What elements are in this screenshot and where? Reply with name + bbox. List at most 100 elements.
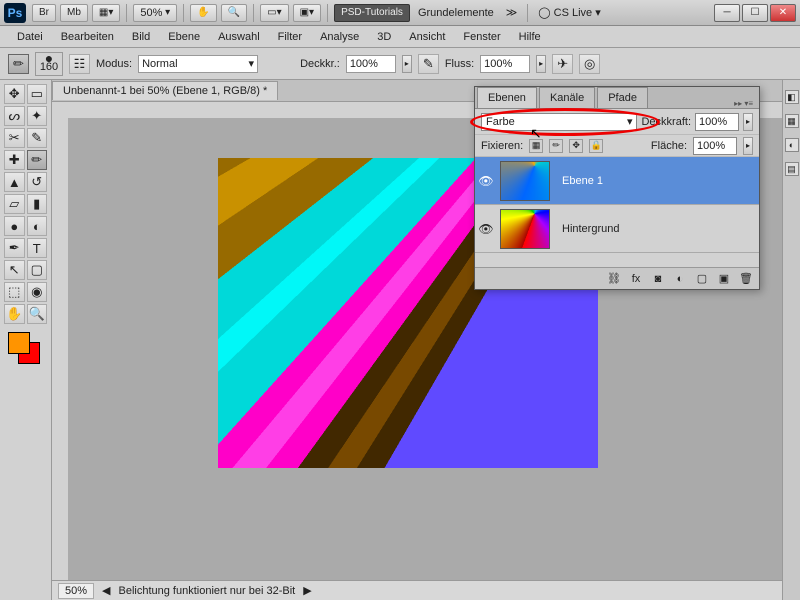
visibility-icon[interactable]: 👁 [478, 221, 494, 237]
new-layer-icon[interactable]: ▣ [717, 272, 731, 286]
styles-panel-icon[interactable]: ▤ [785, 162, 799, 176]
menu-bar: Datei Bearbeiten Bild Ebene Auswahl Filt… [0, 26, 800, 48]
status-zoom[interactable]: 50% [58, 583, 94, 599]
menu-fenster[interactable]: Fenster [454, 28, 509, 46]
gradient-tool[interactable]: ▮ [27, 194, 48, 214]
menu-bearbeiten[interactable]: Bearbeiten [52, 28, 123, 46]
flow-input[interactable]: 100% [480, 55, 530, 73]
layer-fill-slider[interactable]: ▸ [743, 137, 753, 155]
lock-pixels-icon[interactable]: ✏ [549, 139, 563, 153]
brush-tool[interactable]: ✏ [27, 150, 48, 170]
status-bar: 50% ◀ Belichtung funktioniert nur bei 32… [52, 580, 782, 600]
opacity-slider[interactable]: ▸ [402, 55, 412, 73]
link-layers-icon[interactable]: ⛓ [607, 272, 621, 286]
menu-bild[interactable]: Bild [123, 28, 159, 46]
layer-row[interactable]: 👁 Hintergrund [475, 205, 759, 253]
adjustments-panel-icon[interactable]: ◐ [785, 138, 799, 152]
menu-auswahl[interactable]: Auswahl [209, 28, 269, 46]
layer-thumbnail[interactable] [500, 209, 550, 249]
path-select-tool[interactable]: ↖ [4, 260, 25, 280]
color-panel-icon[interactable]: ◧ [785, 90, 799, 104]
heal-tool[interactable]: ✚ [4, 150, 25, 170]
menu-datei[interactable]: Datei [8, 28, 52, 46]
menu-analyse[interactable]: Analyse [311, 28, 368, 46]
hand-tool[interactable]: ✋ [4, 304, 25, 324]
document-tab[interactable]: Unbenannt-1 bei 50% (Ebene 1, RGB/8) * [52, 81, 278, 100]
history-brush-tool[interactable]: ↺ [27, 172, 48, 192]
menu-ansicht[interactable]: Ansicht [400, 28, 454, 46]
type-tool[interactable]: T [27, 238, 48, 258]
swatches-panel-icon[interactable]: ▦ [785, 114, 799, 128]
delete-layer-icon[interactable]: 🗑 [739, 272, 753, 286]
lock-all-icon[interactable]: 🔒 [589, 139, 603, 153]
brush-preset[interactable]: ●160 [35, 52, 63, 76]
marquee-tool[interactable]: ▭ [27, 84, 48, 104]
dodge-tool[interactable]: ◐ [27, 216, 48, 236]
blend-mode-dropdown[interactable]: Farbe▾ [481, 113, 637, 131]
screen-mode-button[interactable]: ▣▾ [293, 4, 321, 22]
flow-slider[interactable]: ▸ [536, 55, 546, 73]
window-close[interactable]: ✕ [770, 4, 796, 22]
pressure-size-icon[interactable]: ◎ [579, 54, 600, 74]
lock-transparent-icon[interactable]: ▦ [529, 139, 543, 153]
layer-thumbnail[interactable] [500, 161, 550, 201]
shape-tool[interactable]: ▢ [27, 260, 48, 280]
tab-kanaele[interactable]: Kanäle [539, 87, 595, 108]
window-maximize[interactable]: ☐ [742, 4, 768, 22]
3d-camera-tool[interactable]: ◉ [27, 282, 48, 302]
zoom-select[interactable]: 50% ▾ [133, 4, 177, 22]
lasso-tool[interactable]: ᔕ [4, 106, 25, 126]
more-workspaces[interactable]: ≫ [500, 6, 524, 19]
layer-name[interactable]: Hintergrund [556, 223, 756, 235]
panel-menu-icon[interactable]: ▸▸ ▾≡ [728, 99, 759, 108]
minibridge-button[interactable]: Mb [60, 4, 88, 22]
layer-opacity-input[interactable]: 100% [695, 113, 739, 131]
zoom-tool[interactable]: 🔍 [27, 304, 48, 324]
airbrush-icon[interactable]: ✈ [552, 54, 573, 74]
arrange-button[interactable]: ▭▾ [260, 4, 288, 22]
3d-tool[interactable]: ⬚ [4, 282, 25, 302]
eyedropper-tool[interactable]: ✎ [27, 128, 48, 148]
hand-button[interactable]: ✋ [190, 4, 216, 22]
blur-tool[interactable]: ● [4, 216, 25, 236]
crop-tool[interactable]: ✂ [4, 128, 25, 148]
layer-fill-input[interactable]: 100% [693, 137, 737, 155]
flow-label: Fluss: [445, 58, 474, 70]
window-minimize[interactable]: ─ [714, 4, 740, 22]
layers-panel: Ebenen Kanäle Pfade ▸▸ ▾≡ Farbe▾ Deckkra… [474, 86, 760, 290]
lock-position-icon[interactable]: ✥ [569, 139, 583, 153]
bridge-button[interactable]: Br [32, 4, 56, 22]
layer-name[interactable]: Ebene 1 [556, 175, 756, 187]
menu-hilfe[interactable]: Hilfe [510, 28, 550, 46]
foreground-color[interactable] [8, 332, 30, 354]
blend-mode-select[interactable]: Normal▾ [138, 55, 258, 73]
menu-3d[interactable]: 3D [368, 28, 400, 46]
visibility-icon[interactable]: 👁 [478, 173, 494, 189]
stamp-tool[interactable]: ▲ [4, 172, 25, 192]
color-swatches[interactable] [4, 332, 47, 372]
pressure-opacity-icon[interactable]: ✎ [418, 54, 439, 74]
current-tool-icon[interactable]: ✏ [8, 54, 29, 74]
layout-button[interactable]: ▦▾ [92, 4, 120, 22]
opacity-input[interactable]: 100% [346, 55, 396, 73]
adjustment-layer-icon[interactable]: ◐ [673, 272, 687, 286]
wand-tool[interactable]: ✦ [27, 106, 48, 126]
brush-panel-toggle[interactable]: ☷ [69, 54, 90, 74]
menu-filter[interactable]: Filter [269, 28, 311, 46]
cslive-button[interactable]: ◯ CS Live ▾ [532, 6, 606, 19]
workspace-button-1[interactable]: PSD-Tutorials [334, 4, 410, 22]
tab-pfade[interactable]: Pfade [597, 87, 648, 108]
pen-tool[interactable]: ✒ [4, 238, 25, 258]
layer-fx-icon[interactable]: fx [629, 272, 643, 286]
eraser-tool[interactable]: ▱ [4, 194, 25, 214]
zoom-button[interactable]: 🔍 [221, 4, 247, 22]
options-bar: ✏ ●160 ☷ Modus: Normal▾ Deckkr.: 100% ▸ … [0, 48, 800, 80]
workspace-label-2[interactable]: Grundelemente [412, 7, 500, 19]
tab-ebenen[interactable]: Ebenen [477, 87, 537, 108]
menu-ebene[interactable]: Ebene [159, 28, 209, 46]
layer-mask-icon[interactable]: ◙ [651, 272, 665, 286]
move-tool[interactable]: ✥ [4, 84, 25, 104]
layer-group-icon[interactable]: ▢ [695, 272, 709, 286]
layer-row[interactable]: 👁 Ebene 1 [475, 157, 759, 205]
layer-opacity-slider[interactable]: ▸ [743, 113, 753, 131]
